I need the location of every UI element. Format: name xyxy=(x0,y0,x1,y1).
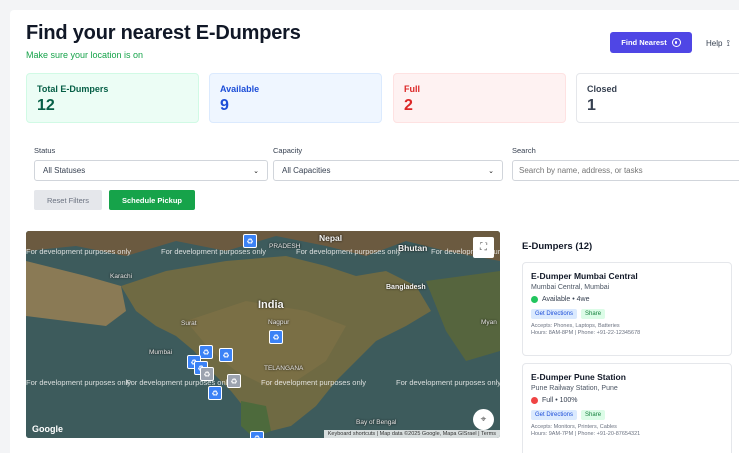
search-label: Search xyxy=(512,146,536,155)
map-terrain xyxy=(26,231,500,438)
google-logo: Google xyxy=(32,424,63,434)
map-label-surat: Surat xyxy=(181,320,197,327)
help-icon: ⟟ xyxy=(726,38,730,48)
map-label-myanmar: Myan xyxy=(481,319,497,326)
dumper-accepts: Accepts: Phones, Laptops, Batteries xyxy=(531,323,620,329)
get-directions-button[interactable]: Get Directions xyxy=(531,309,578,319)
find-nearest-button[interactable]: Find Nearest xyxy=(610,32,692,53)
dumper-status: Full • 100% xyxy=(531,397,723,404)
stat-label: Available xyxy=(220,84,260,94)
map-label-bhutan: Bhutan xyxy=(398,243,428,253)
dumper-marker[interactable]: ♻ xyxy=(227,374,241,388)
map-label-bangladesh: Bangladesh xyxy=(386,284,426,291)
capacity-filter-label: Capacity xyxy=(273,146,303,155)
chevron-down-icon: ⌄ xyxy=(488,167,494,175)
dumper-card[interactable]: E-Dumper Pune Station Pune Railway Stati… xyxy=(522,363,732,453)
reset-filters-button[interactable]: Reset Filters xyxy=(34,190,102,210)
stat-label: Total E-Dumpers xyxy=(37,84,109,94)
map-attribution[interactable]: Keyboard shortcuts | Map data ©2025 Goog… xyxy=(323,430,500,438)
dumper-list-title: E-Dumpers (12) xyxy=(522,241,593,252)
stat-value: 9 xyxy=(220,97,229,114)
dumper-address: Pune Railway Station, Pune xyxy=(531,385,618,392)
dumper-name: E-Dumper Mumbai Central xyxy=(531,271,638,281)
page-title: Find your nearest E-Dumpers xyxy=(26,22,301,44)
share-button[interactable]: Share xyxy=(581,309,606,319)
map-label-nepal: Nepal xyxy=(319,233,343,243)
dumper-marker[interactable]: ♻ xyxy=(199,345,213,359)
dumper-address: Mumbai Central, Mumbai xyxy=(531,284,610,291)
dumper-status-text: Full • 100% xyxy=(542,397,578,404)
map-label-mumbai: Mumbai xyxy=(149,349,173,356)
dumper-name: E-Dumper Pune Station xyxy=(531,372,626,382)
dumper-hours: Hours: 9AM-7PM | Phone: +91-20-87654321 xyxy=(531,431,641,438)
status-select[interactable]: All Statuses ⌄ xyxy=(34,160,268,181)
dumper-status-text: Available • 4we xyxy=(542,296,590,303)
stat-card-total: Total E-Dumpers 12 xyxy=(26,73,199,123)
dumper-marker[interactable]: ♻ xyxy=(200,367,214,381)
stat-label: Full xyxy=(404,84,420,94)
location-hint: Make sure your location is on xyxy=(26,50,144,60)
schedule-pickup-button[interactable]: Schedule Pickup xyxy=(109,190,195,210)
map-label-nagpur: Nagpur xyxy=(268,319,290,326)
dumper-marker[interactable]: ♻ xyxy=(250,431,264,438)
stat-card-full: Full 2 xyxy=(393,73,566,123)
status-filter-label: Status xyxy=(34,146,56,155)
page-container: Find your nearest E-Dumpers Make sure yo… xyxy=(10,10,739,453)
map-label-india: India xyxy=(258,299,284,311)
status-select-value: All Statuses xyxy=(43,166,86,175)
stat-value: 12 xyxy=(37,97,55,114)
map-watermark: For development purposes only xyxy=(26,378,132,387)
map-label-pradesh: PRADESH xyxy=(269,243,301,250)
capacity-select-value: All Capacities xyxy=(282,166,331,175)
dumper-card[interactable]: E-Dumper Mumbai Central Mumbai Central, … xyxy=(522,262,732,356)
map-watermark: For development purposes only xyxy=(161,247,267,256)
map-label-bay: Bay of Bengal xyxy=(356,419,397,426)
stat-card-available: Available 9 xyxy=(209,73,382,123)
target-icon xyxy=(671,38,681,47)
get-directions-button[interactable]: Get Directions xyxy=(531,410,578,420)
stat-label: Closed xyxy=(587,84,618,94)
stat-card-closed: Closed 1 xyxy=(576,73,739,123)
dumper-status: Available • 4we xyxy=(531,296,723,303)
share-button[interactable]: Share xyxy=(581,410,606,420)
locate-icon[interactable]: ⌖ xyxy=(473,409,494,430)
map-view[interactable]: For development purposes only For develo… xyxy=(26,231,500,438)
search-input[interactable] xyxy=(512,160,739,181)
map-label-karachi: Karachi xyxy=(110,273,133,280)
map-watermark: For development purposes only xyxy=(396,378,500,387)
dumper-marker[interactable]: ♻ xyxy=(219,348,233,362)
dumper-hours: Hours: 8AM-8PM | Phone: +91-22-12345678 xyxy=(531,330,641,337)
dumper-accepts: Accepts: Monitors, Printers, Cables xyxy=(531,424,617,430)
map-watermark: For development purposes only xyxy=(261,378,367,387)
help-label: Help xyxy=(706,39,723,48)
capacity-select[interactable]: All Capacities ⌄ xyxy=(273,160,503,181)
map-watermark: For development purposes only xyxy=(296,247,402,256)
dumper-marker[interactable]: ♻ xyxy=(269,330,283,344)
stat-value: 1 xyxy=(587,97,596,114)
map-watermark: For development purposes only xyxy=(26,247,132,256)
fullscreen-icon[interactable]: ⛶ xyxy=(473,237,494,258)
chevron-down-icon: ⌄ xyxy=(253,167,259,175)
dumper-marker[interactable]: ♻ xyxy=(243,234,257,248)
status-dot-icon xyxy=(531,397,538,404)
help-link[interactable]: Help ⟟ xyxy=(706,38,730,49)
find-nearest-label: Find Nearest xyxy=(621,38,667,47)
stat-value: 2 xyxy=(404,97,413,114)
dumper-marker[interactable]: ♻ xyxy=(208,386,222,400)
map-label-telangana: TELANGANA xyxy=(264,365,304,372)
status-dot-icon xyxy=(531,296,538,303)
